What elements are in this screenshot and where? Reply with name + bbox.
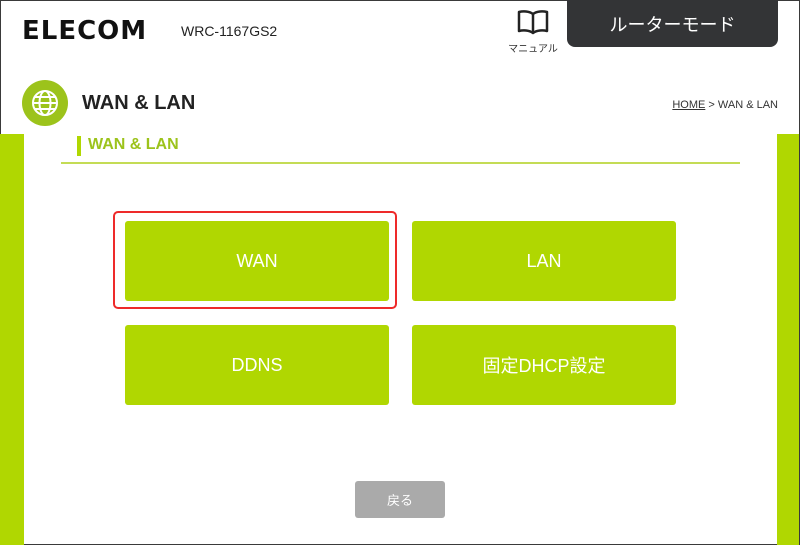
left-accent-bar <box>0 134 24 545</box>
globe-icon <box>22 80 68 126</box>
wan-button[interactable]: WAN <box>125 221 389 301</box>
ddns-button[interactable]: DDNS <box>125 325 389 405</box>
back-button[interactable]: 戻る <box>355 481 445 518</box>
breadcrumb-separator: > <box>708 99 715 111</box>
model-name: WRC-1167GS2 <box>181 23 278 39</box>
breadcrumb: HOME > WAN & LAN <box>672 99 778 111</box>
page-title: WAN & LAN <box>82 92 196 114</box>
mode-indicator: ルーターモード <box>567 0 778 47</box>
section-marker <box>77 136 81 156</box>
brand-logo: ELECOM <box>22 16 148 46</box>
book-icon <box>516 10 550 39</box>
lan-button[interactable]: LAN <box>412 221 676 301</box>
section-divider <box>61 162 740 164</box>
breadcrumb-current: WAN & LAN <box>717 99 778 111</box>
section-title: WAN & LAN <box>88 136 179 153</box>
right-accent-bar <box>777 134 799 545</box>
static-dhcp-button[interactable]: 固定DHCP設定 <box>412 325 676 405</box>
manual-link[interactable]: マニュアル <box>508 9 558 55</box>
manual-label: マニュアル <box>508 44 558 55</box>
breadcrumb-home-link[interactable]: HOME <box>672 99 705 111</box>
